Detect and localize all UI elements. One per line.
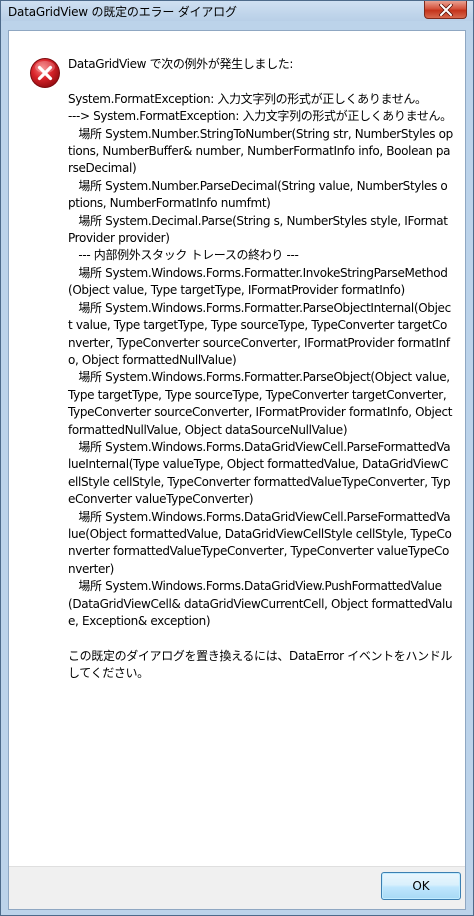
title-bar[interactable]: DataGridView の既定のエラー ダイアログ [1, 1, 473, 21]
dialog-window: DataGridView の既定のエラー ダイアログ DataGridView … [0, 0, 474, 916]
message-area: DataGridView で次の例外が発生しました: System.Format… [9, 31, 465, 866]
close-icon [438, 3, 453, 16]
error-icon [30, 58, 60, 88]
button-bar: OK [9, 866, 465, 909]
window-title: DataGridView の既定のエラー ダイアログ [8, 5, 237, 19]
close-button[interactable] [424, 1, 467, 19]
ok-button[interactable]: OK [381, 872, 461, 900]
dialog-client-area: DataGridView で次の例外が発生しました: System.Format… [8, 30, 466, 910]
error-message: DataGridView で次の例外が発生しました: System.Format… [68, 57, 453, 681]
